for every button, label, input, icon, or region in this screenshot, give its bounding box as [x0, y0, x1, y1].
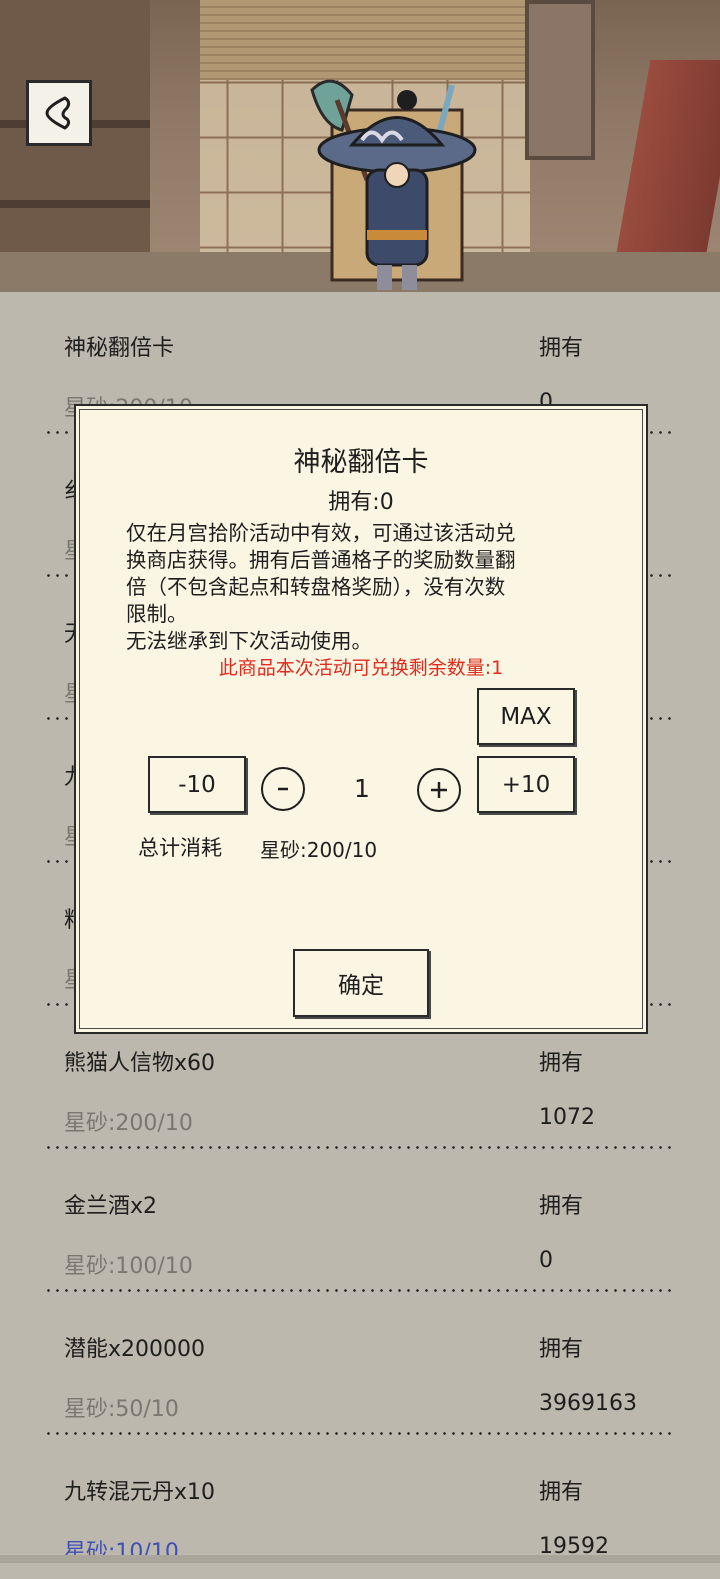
item-price: 星砂:100/10 — [64, 1254, 193, 1279]
item-name: 熊猫人信物x60 — [64, 1051, 216, 1076]
shop-scene — [0, 0, 720, 292]
own-value: 3969163 — [539, 1391, 637, 1416]
own-label: 拥有 — [539, 336, 584, 361]
minus-10-button[interactable]: -10 — [148, 756, 246, 813]
description-line: 倍（不包含起点和转盘格奖励），没有次数 — [126, 575, 506, 599]
description-line: 仅在月宫拾阶活动中有效，可通过该活动兑 — [126, 521, 516, 545]
confirm-button[interactable]: 确定 — [293, 949, 429, 1017]
item-name: 金兰酒x2 — [64, 1194, 158, 1219]
minus-circle-icon — [278, 787, 288, 791]
item-description: 仅在月宫拾阶活动中有效，可通过该活动兑 换商店获得。拥有后普通格子的奖励数量翻 … — [126, 520, 586, 655]
merchant-character — [310, 79, 477, 290]
own-value: 0 — [539, 1248, 553, 1273]
item-name: 神秘翻倍卡 — [64, 336, 175, 361]
own-label: 拥有 — [539, 1194, 584, 1219]
item-price: 星砂:200/10 — [64, 1111, 193, 1136]
plus-circle-icon — [431, 782, 447, 798]
dialog-owned-count: 拥有:0 — [328, 490, 394, 515]
exchange-dialog: 神秘翻倍卡 拥有:0 仅在月宫拾阶活动中有效，可通过该活动兑 换商店获得。拥有后… — [74, 404, 648, 1034]
dialog-title: 神秘翻倍卡 — [293, 447, 429, 478]
bottom-edge — [0, 1555, 720, 1563]
item-name: 潜能x200000 — [64, 1337, 206, 1362]
scene-shelf — [0, 200, 150, 208]
dotted-divider — [44, 1289, 676, 1292]
item-name: 九转混元丹x10 — [64, 1480, 216, 1505]
list-item[interactable]: 金兰酒x2 星砂:100/10 拥有 0 — [0, 1150, 720, 1293]
own-value: 1072 — [539, 1105, 595, 1130]
plus-10-button[interactable]: +10 — [477, 756, 575, 813]
description-line: 无法继承到下次活动使用。 — [126, 629, 372, 653]
total-cost-label: 总计消耗 — [138, 836, 222, 860]
back-button[interactable] — [26, 80, 92, 146]
item-price: 星砂:50/10 — [64, 1397, 179, 1422]
scene-wall-scroll — [525, 0, 595, 160]
increment-button[interactable] — [417, 768, 461, 812]
dotted-divider — [44, 1432, 676, 1435]
dotted-divider — [44, 1146, 676, 1149]
quantity-value: 1 — [354, 774, 370, 803]
description-line: 限制。 — [126, 602, 188, 626]
max-button[interactable]: MAX — [477, 688, 575, 745]
scene-wall — [0, 0, 150, 292]
description-line: 换商店获得。拥有后普通格子的奖励数量翻 — [126, 548, 516, 572]
own-label: 拥有 — [539, 1051, 584, 1076]
back-arrow-icon — [45, 96, 71, 130]
scene-blind — [200, 0, 530, 80]
own-label: 拥有 — [539, 1480, 584, 1505]
remaining-quantity-notice: 此商品本次活动可兑换剩余数量:1 — [218, 657, 504, 679]
list-item[interactable]: 潜能x200000 星砂:50/10 拥有 3969163 — [0, 1293, 720, 1436]
own-label: 拥有 — [539, 1337, 584, 1362]
total-cost-value: 星砂:200/10 — [260, 838, 378, 862]
decrement-button[interactable] — [261, 767, 305, 811]
